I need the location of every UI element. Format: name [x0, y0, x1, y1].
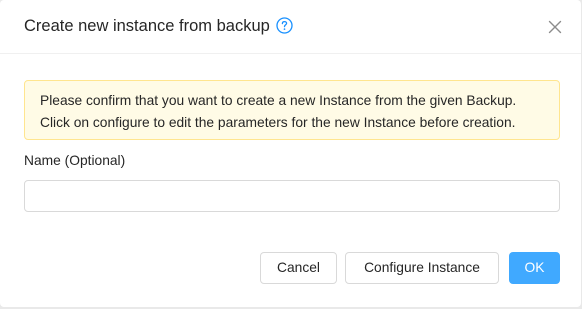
create-instance-dialog: Create new instance from backup Please c…	[0, 0, 581, 307]
alert-line-1: Please confirm that you want to create a…	[40, 93, 517, 108]
cancel-button[interactable]: Cancel	[260, 252, 337, 284]
configure-instance-button[interactable]: Configure Instance	[345, 252, 499, 284]
name-input[interactable]	[24, 180, 560, 212]
ok-button[interactable]: OK	[509, 252, 560, 284]
close-icon[interactable]	[544, 16, 566, 38]
dialog-title: Create new instance from backup	[24, 17, 270, 35]
dialog-header: Create new instance from backup	[0, 0, 581, 54]
alert-line-2: Click on configure to edit the parameter…	[40, 115, 516, 130]
question-circle-icon[interactable]	[276, 17, 293, 34]
name-field-label: Name (Optional)	[24, 153, 126, 168]
warning-alert: Please confirm that you want to create a…	[24, 80, 560, 140]
